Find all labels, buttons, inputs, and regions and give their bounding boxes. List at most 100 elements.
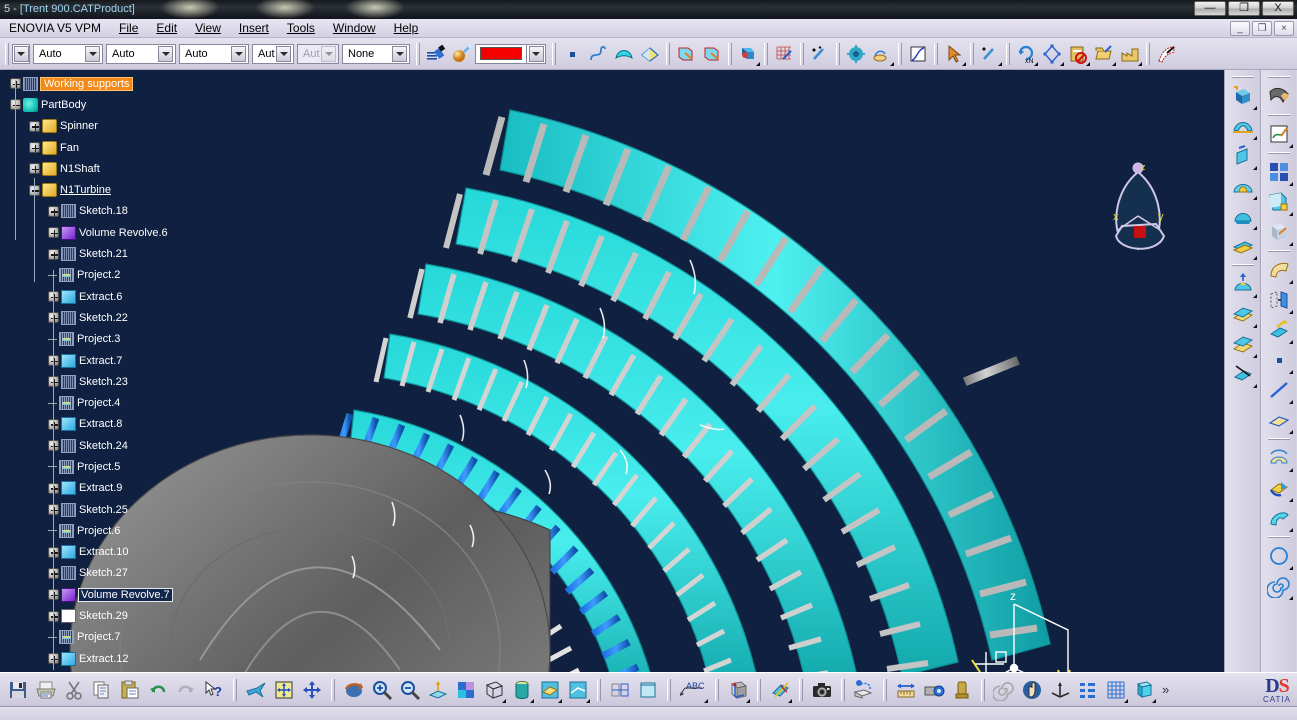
tree-node[interactable]: Project.7: [0, 627, 235, 648]
menu-item-tools[interactable]: Tools: [278, 19, 324, 37]
isometric-view-icon[interactable]: [480, 676, 508, 704]
menu-item-file[interactable]: File: [110, 19, 147, 37]
tree-node-label[interactable]: PartBody: [41, 99, 86, 111]
law-curve-icon[interactable]: [905, 41, 931, 67]
split-icon[interactable]: [1228, 359, 1258, 389]
plane-tool-icon[interactable]: [1264, 405, 1294, 435]
thickness-icon[interactable]: [1228, 231, 1258, 261]
tree-node-label[interactable]: Sketch.23: [79, 376, 128, 388]
tree-node[interactable]: Project.6: [0, 520, 235, 541]
toolbar-grip[interactable]: [728, 42, 732, 65]
pan-icon[interactable]: [298, 676, 326, 704]
normal-view-icon[interactable]: [424, 676, 452, 704]
toolbar-grip[interactable]: [764, 42, 768, 65]
zoom-out-icon[interactable]: [396, 676, 424, 704]
update-icon[interactable]: [807, 41, 833, 67]
tree-node[interactable]: Sketch.23: [0, 371, 235, 392]
spiral-analysis-icon[interactable]: [990, 676, 1018, 704]
grid-sketch-icon[interactable]: [771, 41, 797, 67]
tree-node-label[interactable]: Project.6: [77, 525, 120, 537]
print-icon[interactable]: [32, 676, 60, 704]
catalog-icon[interactable]: [1091, 41, 1117, 67]
measure-inertia-icon[interactable]: [948, 676, 976, 704]
blend-surface-icon[interactable]: [637, 41, 663, 67]
tree-node-label[interactable]: Volume Revolve.6: [79, 227, 168, 239]
toolbar-grip[interactable]: [331, 678, 335, 701]
tree-node-label[interactable]: Project.5: [77, 461, 120, 473]
tree-node-label[interactable]: Project.7: [77, 631, 120, 643]
analysis-icon[interactable]: [1153, 41, 1179, 67]
tree-node[interactable]: Sketch.21: [0, 243, 235, 264]
tree-node-label[interactable]: Project.3: [77, 333, 120, 345]
menu-item-window[interactable]: Window: [324, 19, 385, 37]
toolbar-grip[interactable]: [934, 42, 938, 65]
tree-node-label[interactable]: Extract.7: [79, 355, 122, 367]
menu-item-edit[interactable]: Edit: [147, 19, 186, 37]
chevron-down-icon[interactable]: [392, 45, 407, 62]
tree-node[interactable]: Volume Revolve.6: [0, 222, 235, 243]
specification-tree[interactable]: Working supports PartBody Spinner Fan N1Shaf…: [0, 70, 235, 672]
3d-viewport[interactable]: x y z z y x: [0, 70, 1224, 672]
chevron-down-icon[interactable]: [276, 45, 291, 62]
shading-cylinder-icon[interactable]: [508, 676, 536, 704]
toolbar-grip[interactable]: [883, 678, 887, 701]
copy-icon[interactable]: [88, 676, 116, 704]
mirror-icon[interactable]: [1264, 285, 1294, 315]
tree-node[interactable]: Sketch.24: [0, 435, 235, 456]
fill-tool-icon[interactable]: [1264, 473, 1294, 503]
combo-filter[interactable]: Auto: [179, 43, 249, 64]
shading-edges-icon[interactable]: [564, 676, 592, 704]
undo-icon[interactable]: [144, 676, 172, 704]
tree-node[interactable]: Extract.7: [0, 350, 235, 371]
expand-node-icon[interactable]: [48, 227, 59, 239]
tree-node[interactable]: Fan: [0, 137, 235, 158]
pad-icon[interactable]: [1228, 81, 1258, 111]
blend-tool-icon[interactable]: [1264, 443, 1294, 473]
tree-node-label[interactable]: Extract.9: [79, 482, 122, 494]
symmetry-icon[interactable]: [1039, 41, 1065, 67]
close-button[interactable]: X: [1262, 1, 1294, 16]
tree-node[interactable]: Project.3: [0, 329, 235, 350]
factory-icon[interactable]: [1117, 41, 1143, 67]
tree-node[interactable]: Extract.6: [0, 286, 235, 307]
offset-surface-icon[interactable]: [1264, 187, 1294, 217]
toolbar-grip[interactable]: [981, 678, 985, 701]
point-icon[interactable]: [559, 41, 585, 67]
tree-node[interactable]: Sketch.29: [0, 605, 235, 626]
menu-item-insert[interactable]: Insert: [230, 19, 278, 37]
tree-node-label[interactable]: Fan: [60, 142, 79, 154]
point-tool-icon[interactable]: [1264, 345, 1294, 375]
shell-icon[interactable]: [1228, 201, 1258, 231]
multi-sections-icon[interactable]: [1228, 329, 1258, 359]
tree-node-label[interactable]: Sketch.24: [79, 440, 128, 452]
combo-render-style[interactable]: Auto: [33, 43, 103, 64]
tree-node-label[interactable]: Sketch.22: [79, 312, 128, 324]
tree-node-label[interactable]: Project.2: [77, 269, 120, 281]
extrude-surface-icon[interactable]: [1264, 81, 1294, 111]
rotate-icon[interactable]: [340, 676, 368, 704]
toolbar-grip[interactable]: [757, 678, 761, 701]
child-close-button[interactable]: ×: [1274, 21, 1294, 36]
tree-node[interactable]: Volume Revolve.7: [0, 584, 235, 605]
quick-section-icon[interactable]: [766, 676, 794, 704]
line-tool-icon[interactable]: [1264, 375, 1294, 405]
color-picker-dropdown[interactable]: [526, 43, 546, 64]
rotate-xn-icon[interactable]: xN: [1013, 41, 1039, 67]
toolbar-grip[interactable]: [799, 678, 803, 701]
shading-material-icon[interactable]: [536, 676, 564, 704]
redo-icon[interactable]: [172, 676, 200, 704]
multi-view-icon[interactable]: [452, 676, 480, 704]
sketcher-icon[interactable]: [1264, 119, 1294, 149]
tree-node[interactable]: Extract.10: [0, 542, 235, 563]
toolbar-grip[interactable]: [970, 42, 974, 65]
camera-capture-icon[interactable]: [808, 676, 836, 704]
whats-this-icon[interactable]: ?: [200, 676, 228, 704]
measure-item-icon[interactable]: [920, 676, 948, 704]
tree-node-label[interactable]: Project.4: [77, 397, 120, 409]
text-annotation-icon[interactable]: ABC: [676, 676, 710, 704]
knowledge-gear-icon[interactable]: [843, 41, 869, 67]
combo-visu[interactable]: Aut: [252, 43, 294, 64]
tree-layout-icon[interactable]: [1074, 676, 1102, 704]
expand-node-icon[interactable]: [48, 205, 59, 217]
axis-icon[interactable]: [1046, 676, 1074, 704]
